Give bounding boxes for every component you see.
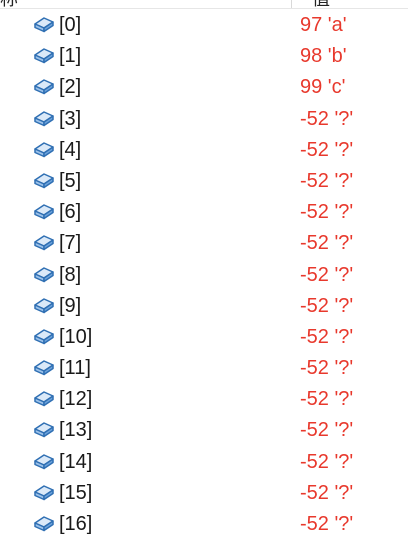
field-cube-icon	[33, 46, 55, 64]
variable-name: [13]	[59, 419, 93, 442]
watch-row[interactable]: [14] -52 '?'	[0, 447, 408, 478]
watch-row[interactable]: [11] -52 '?'	[0, 353, 408, 384]
variable-value[interactable]: -52 '?'	[300, 386, 353, 412]
field-cube-icon	[33, 202, 55, 220]
watch-row[interactable]: [10] -52 '?'	[0, 322, 408, 353]
watch-row[interactable]: [3] -52 '?'	[0, 104, 408, 135]
field-cube-icon	[33, 452, 55, 470]
watch-table-header: 称 值	[0, 0, 408, 9]
field-cube-icon	[33, 296, 55, 314]
field-cube-icon	[33, 140, 55, 158]
variable-name: [14]	[59, 450, 93, 473]
field-cube-icon	[33, 171, 55, 189]
variable-name: [4]	[59, 138, 82, 161]
variable-name: [9]	[59, 294, 82, 317]
variable-name: [1]	[59, 45, 82, 68]
watch-row[interactable]: [2] 99 'c'	[0, 72, 408, 103]
watch-variable-list: [0] 97 'a' [1] 98 'b' [2] 99 'c' [3] -52 '?' [4]…	[0, 10, 408, 540]
watch-row[interactable]: [4] -52 '?'	[0, 135, 408, 166]
variable-value[interactable]: -52 '?'	[300, 449, 353, 475]
variable-name: [5]	[59, 169, 82, 192]
variable-value[interactable]: -52 '?'	[300, 230, 353, 256]
watch-row[interactable]: [15] -52 '?'	[0, 478, 408, 509]
variable-value[interactable]: 99 'c'	[300, 74, 345, 100]
watch-row[interactable]: [12] -52 '?'	[0, 384, 408, 415]
field-cube-icon	[33, 483, 55, 501]
variable-value[interactable]: -52 '?'	[300, 324, 353, 350]
watch-row[interactable]: [8] -52 '?'	[0, 260, 408, 291]
variable-value[interactable]: 97 'a'	[300, 12, 347, 38]
field-cube-icon	[33, 109, 55, 127]
variable-name: [8]	[59, 263, 82, 286]
watch-row[interactable]: [0] 97 'a'	[0, 10, 408, 41]
variable-name: [7]	[59, 232, 82, 255]
field-cube-icon	[33, 514, 55, 532]
field-cube-icon	[33, 265, 55, 283]
field-cube-icon	[33, 233, 55, 251]
variable-value[interactable]: -52 '?'	[300, 293, 353, 319]
variable-name: [15]	[59, 481, 93, 504]
value-column-header[interactable]: 值	[312, 0, 330, 8]
field-cube-icon	[33, 420, 55, 438]
variable-name: [0]	[59, 14, 82, 36]
variable-name: [10]	[59, 325, 93, 348]
watch-row[interactable]: [7] -52 '?'	[0, 228, 408, 259]
variable-value[interactable]: -52 '?'	[300, 199, 353, 225]
variable-name: [16]	[59, 513, 93, 535]
field-cube-icon	[33, 15, 55, 33]
variable-value[interactable]: -52 '?'	[300, 417, 353, 443]
variable-value[interactable]: -52 '?'	[300, 168, 353, 194]
watch-row[interactable]: [16] -52 '?'	[0, 509, 408, 540]
variable-value[interactable]: -52 '?'	[300, 480, 353, 506]
variable-value[interactable]: -52 '?'	[300, 262, 353, 288]
variable-name: [6]	[59, 201, 82, 224]
variable-value[interactable]: -52 '?'	[300, 137, 353, 163]
variable-name: [2]	[59, 76, 82, 99]
variable-value[interactable]: -52 '?'	[300, 106, 353, 132]
watch-row[interactable]: [5] -52 '?'	[0, 166, 408, 197]
watch-row[interactable]: [9] -52 '?'	[0, 291, 408, 322]
watch-row[interactable]: [1] 98 'b'	[0, 41, 408, 72]
name-column-header[interactable]: 称	[0, 0, 18, 8]
field-cube-icon	[33, 327, 55, 345]
variable-value[interactable]: -52 '?'	[300, 511, 353, 537]
variable-value[interactable]: 98 'b'	[300, 43, 347, 69]
field-cube-icon	[33, 77, 55, 95]
column-divider[interactable]	[291, 0, 292, 8]
variable-name: [3]	[59, 107, 82, 130]
watch-row[interactable]: [6] -52 '?'	[0, 197, 408, 228]
watch-row[interactable]: [13] -52 '?'	[0, 415, 408, 446]
variable-value[interactable]: -52 '?'	[300, 355, 353, 381]
field-cube-icon	[33, 389, 55, 407]
variable-name: [11]	[59, 357, 91, 380]
field-cube-icon	[33, 358, 55, 376]
variable-name: [12]	[59, 388, 93, 411]
